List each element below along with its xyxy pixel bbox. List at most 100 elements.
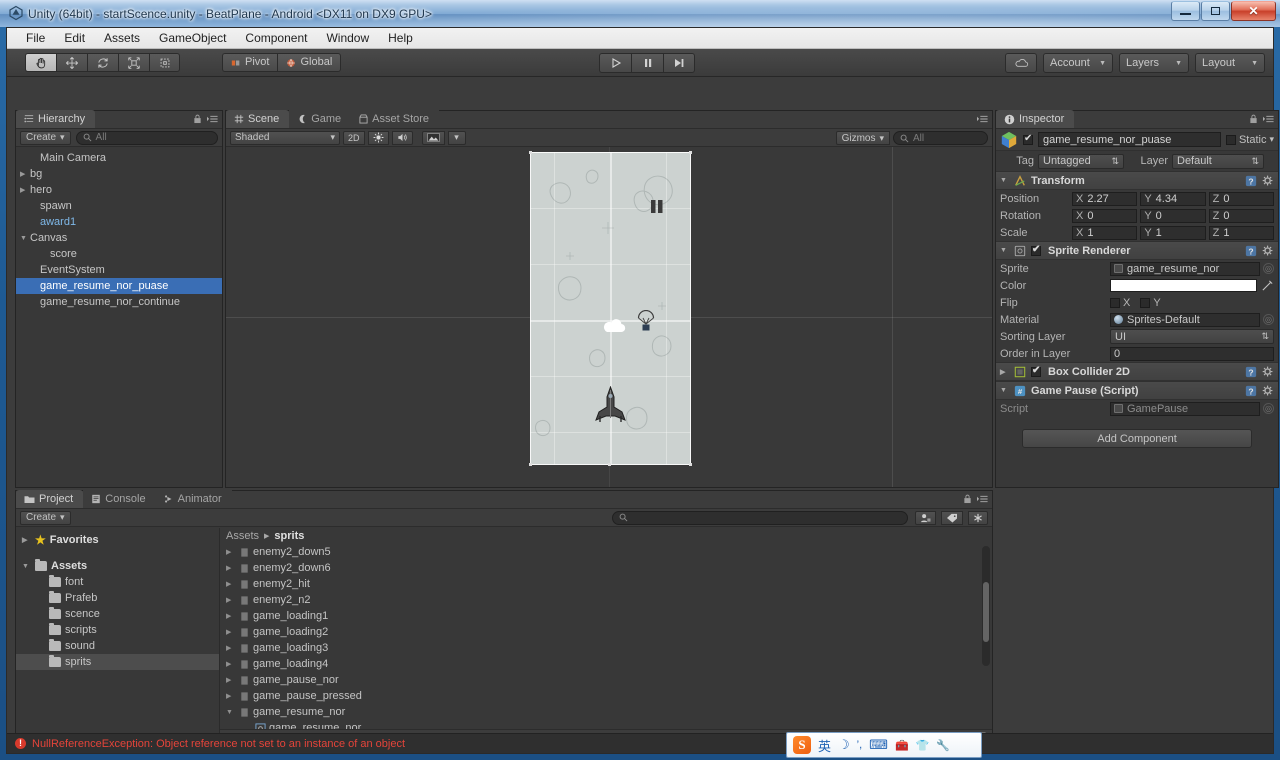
foldout-closed-icon[interactable]: ▶ xyxy=(226,692,235,700)
asset-row[interactable]: ▶ enemy2_down6 xyxy=(220,560,992,576)
foldout-closed-icon[interactable]: ▶ xyxy=(226,564,235,572)
breadcrumb-sprits[interactable]: sprits xyxy=(274,530,304,542)
foldout-closed-icon[interactable]: ▶ xyxy=(20,186,30,194)
asset-row[interactable]: ▶ game_loading3 xyxy=(220,640,992,656)
scrollbar-thumb[interactable] xyxy=(983,582,989,642)
foldout-closed-icon[interactable]: ▶ xyxy=(226,596,235,604)
toggle-lighting-button[interactable] xyxy=(367,130,389,145)
pause-button[interactable] xyxy=(631,53,663,73)
foldout-closed-icon[interactable]: ▶ xyxy=(22,536,31,544)
layer-dropdown[interactable]: Default ⇅ xyxy=(1172,153,1264,169)
settings-icon[interactable]: 🔧 xyxy=(936,739,950,752)
ime-mode-button[interactable]: 英 xyxy=(818,736,831,755)
play-button[interactable] xyxy=(599,53,631,73)
gear-icon[interactable] xyxy=(1262,175,1274,187)
maximize-button[interactable] xyxy=(1201,1,1230,21)
asset-row[interactable]: ▶ game_loading2 xyxy=(220,624,992,640)
effects-button[interactable] xyxy=(421,130,445,145)
help-icon[interactable]: ? xyxy=(1245,175,1257,187)
scale-tool-button[interactable] xyxy=(118,53,149,72)
flip-x-checkbox[interactable] xyxy=(1110,297,1120,308)
hierarchy-item-spawn[interactable]: spawn xyxy=(16,198,222,214)
flip-y-checkbox[interactable] xyxy=(1140,297,1151,308)
asset-list-scrollbar[interactable] xyxy=(982,546,990,666)
foldout-icon[interactable]: ▼ xyxy=(1000,247,1009,254)
asset-row[interactable]: ▼ game_resume_nor xyxy=(220,704,992,720)
menu-gameobject[interactable]: GameObject xyxy=(150,29,235,48)
project-tree-item-scence[interactable]: scence xyxy=(16,606,219,622)
transform-position-x-input[interactable]: X 2.27 xyxy=(1072,191,1138,206)
minimize-button[interactable] xyxy=(1171,1,1200,21)
menu-help[interactable]: Help xyxy=(379,29,422,48)
transform-rotation-x-input[interactable]: X0 xyxy=(1072,208,1138,223)
foldout-open-icon[interactable]: ▼ xyxy=(20,235,30,242)
selection-handle[interactable] xyxy=(529,463,532,466)
menu-assets[interactable]: Assets xyxy=(95,29,149,48)
transform-position-z-input[interactable]: Z0 xyxy=(1208,191,1274,206)
layout-dropdown[interactable]: Layout ▼ xyxy=(1195,53,1265,73)
foldout-closed-icon[interactable]: ▶ xyxy=(226,612,235,620)
asset-row[interactable]: ▶ game_pause_nor xyxy=(220,672,992,688)
selection-handle[interactable] xyxy=(608,463,611,466)
effects-dropdown[interactable]: ▾ xyxy=(447,130,466,145)
lock-icon[interactable] xyxy=(193,114,202,124)
panel-menu-icon[interactable] xyxy=(1263,114,1274,124)
project-tree-item-assets[interactable]: ▼ Assets xyxy=(16,558,219,574)
toggle-audio-button[interactable] xyxy=(391,130,413,145)
hierarchy-search-input[interactable]: All xyxy=(75,130,218,145)
chevron-down-icon[interactable]: ▾ xyxy=(1269,134,1274,145)
asset-row[interactable]: ▶ enemy2_down5 xyxy=(220,544,992,560)
transform-scale-x-input[interactable]: X1 xyxy=(1072,225,1138,240)
sorting-layer-dropdown[interactable]: UI ⇅ xyxy=(1110,329,1274,344)
help-icon[interactable]: ? xyxy=(1245,366,1257,378)
transform-component-header[interactable]: ▼ Transform ? xyxy=(996,171,1278,190)
tab-hierarchy[interactable]: Hierarchy xyxy=(16,110,96,128)
filter-by-type-button[interactable] xyxy=(915,510,936,525)
material-object-field[interactable]: Sprites-Default xyxy=(1110,312,1260,327)
tab-project[interactable]: Project xyxy=(16,490,84,508)
close-button[interactable]: ✕ xyxy=(1231,1,1276,21)
tag-dropdown[interactable]: Untagged ⇅ xyxy=(1038,153,1124,169)
tab-scene[interactable]: Scene xyxy=(226,110,290,128)
foldout-closed-icon[interactable]: ▶ xyxy=(226,548,235,556)
project-tree-item-font[interactable]: font xyxy=(16,574,219,590)
transform-rotation-y-input[interactable]: Y0 xyxy=(1140,208,1206,223)
foldout-icon[interactable]: ▼ xyxy=(1000,387,1009,394)
project-create-button[interactable]: Create ▾ xyxy=(20,510,71,525)
menu-file[interactable]: File xyxy=(17,29,54,48)
asset-row[interactable]: ▶ enemy2_n2 xyxy=(220,592,992,608)
order-in-layer-field[interactable]: 0 xyxy=(1110,346,1274,361)
menu-component[interactable]: Component xyxy=(236,29,316,48)
project-tree-item-sound[interactable]: sound xyxy=(16,638,219,654)
foldout-icon[interactable]: ▶ xyxy=(1000,368,1009,376)
panel-menu-icon[interactable] xyxy=(977,114,988,124)
static-checkbox[interactable] xyxy=(1225,134,1236,145)
project-tree-item-prafeb[interactable]: Prafeb xyxy=(16,590,219,606)
foldout-closed-icon[interactable]: ▶ xyxy=(226,676,235,684)
hierarchy-item-canvas[interactable]: ▼ Canvas xyxy=(16,230,222,246)
game-pause-component-header[interactable]: ▼ # Game Pause (Script) ? xyxy=(996,381,1278,400)
breadcrumb-assets[interactable]: Assets xyxy=(226,530,259,542)
gizmos-dropdown[interactable]: Gizmos ▾ xyxy=(835,131,890,145)
asset-row[interactable]: ▶ enemy2_hit xyxy=(220,576,992,592)
sprite-renderer-component-header[interactable]: ▼ Sprite Renderer ? xyxy=(996,241,1278,260)
account-dropdown[interactable]: Account ▼ xyxy=(1043,53,1113,73)
sogou-logo-icon[interactable]: S xyxy=(793,736,811,754)
draw-mode-dropdown[interactable]: Shaded ▾ xyxy=(230,130,340,145)
foldout-closed-icon[interactable]: ▶ xyxy=(226,644,235,652)
gear-icon[interactable] xyxy=(1262,245,1274,257)
foldout-closed-icon[interactable]: ▶ xyxy=(20,170,30,178)
layers-dropdown[interactable]: Layers ▼ xyxy=(1119,53,1189,73)
hierarchy-item-score[interactable]: score xyxy=(16,246,222,262)
tab-inspector[interactable]: Inspector xyxy=(996,110,1075,128)
status-bar[interactable]: ! NullReferenceException: Object referen… xyxy=(7,733,1273,753)
lock-icon[interactable] xyxy=(963,494,972,504)
toolbox-icon[interactable]: 🧰 xyxy=(895,739,909,752)
add-component-button[interactable]: Add Component xyxy=(1022,429,1252,448)
foldout-closed-icon[interactable]: ▶ xyxy=(226,660,235,668)
gear-icon[interactable] xyxy=(1262,366,1274,378)
hand-tool-button[interactable] xyxy=(25,53,56,72)
hierarchy-item-eventsystem[interactable]: EventSystem xyxy=(16,262,222,278)
sprite-renderer-enabled-checkbox[interactable] xyxy=(1031,244,1041,256)
clear-filter-button[interactable] xyxy=(968,510,988,525)
